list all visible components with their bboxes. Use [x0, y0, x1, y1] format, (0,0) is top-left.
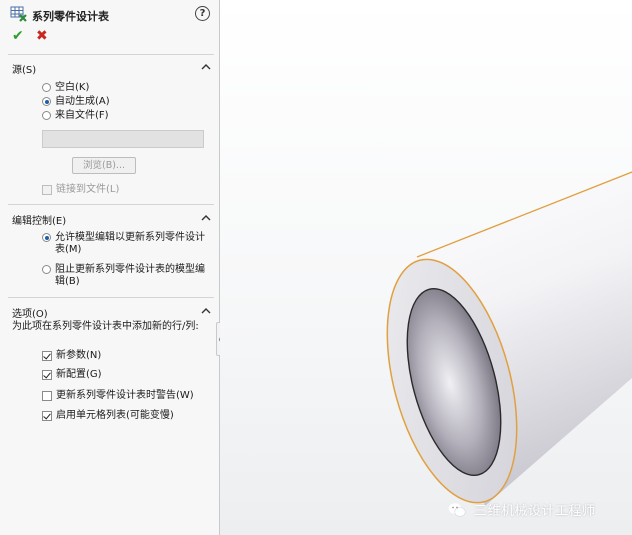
checkbox-label: 新配置(G) — [56, 369, 102, 380]
option-warn-on-update[interactable]: 更新系列零件设计表时警告(W) — [42, 390, 194, 402]
checkbox[interactable] — [42, 391, 52, 401]
source-group-heading[interactable]: 源(S) — [12, 61, 36, 76]
radio-label: 空白(K) — [55, 82, 90, 93]
file-path-input[interactable] — [42, 130, 204, 148]
source-option-auto[interactable]: 自动生成(A) — [42, 96, 110, 108]
graphics-viewport[interactable] — [220, 0, 632, 535]
watermark: 三维机械设计工程师 — [448, 500, 596, 519]
design-table-icon — [10, 6, 27, 22]
pipe-model[interactable] — [220, 0, 632, 535]
panel-title: 系列零件设计表 — [32, 10, 109, 23]
checkbox-label: 启用单元格列表(可能变慢) — [56, 410, 174, 421]
collapse-chevron-icon[interactable] — [201, 213, 211, 223]
radio-button[interactable] — [42, 83, 51, 92]
edit-option-block[interactable]: 阻止更新系列零件设计表的模型编辑(B) — [42, 264, 210, 288]
checkbox-checked[interactable] — [42, 351, 52, 361]
radio-label: 允许模型编辑以更新系列零件设计表(M) — [55, 232, 205, 255]
property-manager-panel: 系列零件设计表 ? ✔ ✖ 源(S) 空白(K) 自动生成(A) 来自文件(F)… — [0, 0, 225, 535]
radio-label: 来自文件(F) — [55, 110, 109, 121]
checkbox-checked[interactable] — [42, 411, 52, 421]
radio-button-selected[interactable] — [42, 233, 51, 242]
link-to-file-option[interactable]: 链接到文件(L) — [42, 184, 119, 196]
ok-check-icon[interactable]: ✔ — [12, 28, 24, 44]
radio-label: 自动生成(A) — [55, 96, 110, 107]
options-group-heading[interactable]: 选项(O) — [12, 305, 48, 320]
browse-button[interactable]: 浏览(B)... — [72, 157, 136, 174]
collapse-chevron-icon[interactable] — [201, 62, 211, 72]
collapse-chevron-icon[interactable] — [201, 306, 211, 316]
checkbox-checked[interactable] — [42, 370, 52, 380]
checkbox-label: 新参数(N) — [56, 350, 102, 361]
cancel-x-icon[interactable]: ✖ — [36, 28, 48, 44]
checkbox-label: 更新系列零件设计表时警告(W) — [56, 390, 194, 401]
wechat-icon — [448, 502, 466, 517]
divider — [8, 204, 214, 205]
options-description: 为此项在系列零件设计表中添加新的行/列: — [12, 321, 199, 332]
checkbox[interactable] — [42, 185, 52, 195]
option-new-parameters[interactable]: 新参数(N) — [42, 350, 101, 362]
divider — [8, 297, 214, 298]
help-icon[interactable]: ? — [195, 6, 210, 21]
edit-control-group-heading[interactable]: 编辑控制(E) — [12, 212, 66, 227]
option-enable-cell-list[interactable]: 启用单元格列表(可能变慢) — [42, 410, 174, 422]
source-option-blank[interactable]: 空白(K) — [42, 82, 89, 94]
source-option-from-file[interactable]: 来自文件(F) — [42, 110, 109, 122]
option-new-configurations[interactable]: 新配置(G) — [42, 369, 102, 381]
panel-header: 系列零件设计表 ? ✔ ✖ — [0, 0, 220, 52]
divider — [8, 54, 214, 55]
checkbox-label: 链接到文件(L) — [56, 184, 120, 195]
edit-option-allow[interactable]: 允许模型编辑以更新系列零件设计表(M) — [42, 232, 210, 256]
radio-button-selected[interactable] — [42, 97, 51, 106]
watermark-text: 三维机械设计工程师 — [474, 504, 596, 519]
radio-button[interactable] — [42, 265, 51, 274]
radio-label: 阻止更新系列零件设计表的模型编辑(B) — [55, 264, 205, 287]
radio-button[interactable] — [42, 111, 51, 120]
